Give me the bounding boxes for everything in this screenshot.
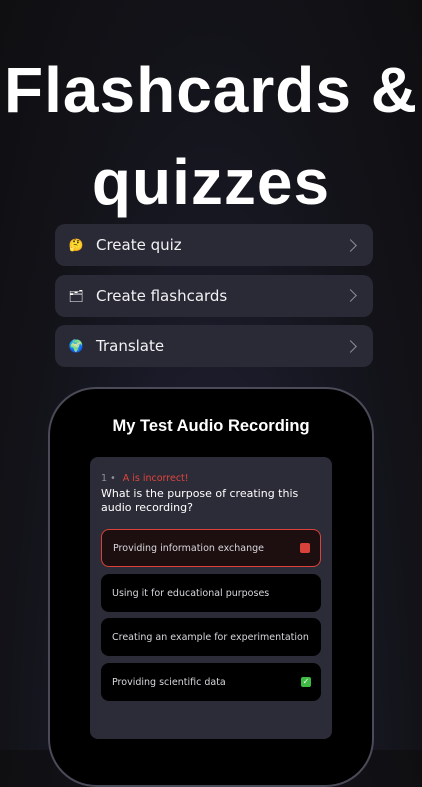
answer-option-text: Using it for educational purposes <box>112 587 270 599</box>
headline-line-2: quizzes <box>91 146 331 218</box>
answer-status: A is incorrect! <box>122 473 189 484</box>
thinking-face-icon: 🤔 <box>68 238 84 252</box>
chevron-right-icon <box>344 289 357 302</box>
create-flashcards-label: Create flashcards <box>96 286 228 305</box>
globe-icon: 🌍 <box>68 339 84 353</box>
quiz-card: 1 • A is incorrect! What is the purpose … <box>90 457 332 739</box>
question-meta: 1 • A is incorrect! <box>101 473 189 484</box>
answer-option-c[interactable]: Creating an example for experimentation <box>101 618 321 656</box>
card-index-icon: 🗂 <box>68 288 84 303</box>
chevron-right-icon <box>344 339 357 353</box>
meta-separator: • <box>110 473 116 484</box>
create-quiz-label: Create quiz <box>96 236 182 254</box>
create-flashcards-button[interactable]: 🗂 Create flashcards <box>55 274 373 317</box>
answer-option-a[interactable]: Providing information exchange <box>101 529 321 567</box>
check-mark-icon: ✓ <box>301 677 311 687</box>
phone-mockup: My Test Audio Recording 1 • A is incorre… <box>48 387 374 787</box>
headline: Flashcards & quizzes <box>0 44 422 228</box>
answer-option-b[interactable]: Using it for educational purposes <box>101 574 321 612</box>
incorrect-mark-icon <box>300 543 310 553</box>
answer-option-text: Creating an example for experimentation <box>112 631 309 643</box>
question-text: What is the purpose of creating this aud… <box>101 487 299 514</box>
translate-button[interactable]: 🌍 Translate <box>55 325 373 367</box>
answer-option-d[interactable]: Providing scientific data ✓ <box>101 663 321 701</box>
headline-line-1: Flashcards & <box>4 54 418 126</box>
chevron-right-icon <box>344 238 357 252</box>
answer-option-text: Providing scientific data <box>112 676 226 688</box>
translate-label: Translate <box>96 337 165 355</box>
action-menu: 🤔 Create quiz 🗂 Create flashcards 🌍 Tran… <box>55 224 373 376</box>
create-quiz-button[interactable]: 🤔 Create quiz <box>55 224 373 266</box>
recording-title: My Test Audio Recording <box>112 417 310 435</box>
question-number: 1 <box>101 473 108 484</box>
answer-option-text: Providing information exchange <box>113 542 265 554</box>
